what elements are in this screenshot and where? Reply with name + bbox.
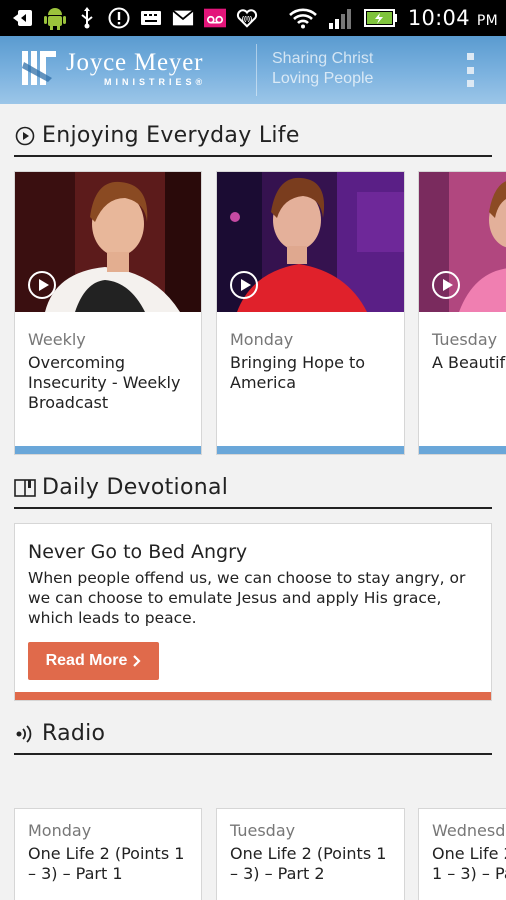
radio-waves-icon <box>14 723 36 745</box>
video-day: Tuesday <box>432 330 498 349</box>
signal-icon <box>328 7 354 29</box>
keyboard-icon <box>140 7 162 29</box>
video-card[interactable]: Tuesday A Beautiful <box>418 171 506 455</box>
video-card[interactable]: Monday Bringing Hope to America <box>216 171 405 455</box>
brand-subtitle: MINISTRIES® <box>104 77 207 87</box>
radio-card[interactable]: Tuesday One Life 2 (Points 1 – 3) – Part… <box>216 808 405 900</box>
overflow-menu-button[interactable] <box>464 53 476 87</box>
menu-dot-icon <box>466 80 474 87</box>
book-icon <box>14 477 36 499</box>
video-card[interactable]: Weekly Overcoming Insecurity - Weekly Br… <box>14 171 202 455</box>
radio-day: Monday <box>28 821 92 840</box>
svg-text:((i)): ((i)) <box>242 16 252 23</box>
card-accent-bar <box>217 446 404 454</box>
play-icon <box>230 271 258 299</box>
clock: 10:04 PM <box>407 6 498 30</box>
devotional-title: Never Go to Bed Angry <box>28 541 248 563</box>
radio-section-title: Radio <box>42 721 106 746</box>
video-title: Overcoming Insecurity - Weekly Broadcast <box>28 353 181 412</box>
radio-section-header[interactable]: Radio <box>14 714 492 755</box>
card-accent-bar <box>15 446 201 454</box>
play-circle-icon <box>14 125 36 147</box>
ministry-logo-icon <box>20 48 58 88</box>
devotional-body: When people offend us, we can choose to … <box>28 569 466 627</box>
usb-icon <box>76 7 98 29</box>
video-section-title: Enjoying Everyday Life <box>42 123 300 148</box>
radio-title: One Life 2 (Points 1 – 3) – Part 2 <box>230 844 387 883</box>
radio-day: Tuesday <box>230 821 296 840</box>
video-thumbnail <box>217 172 404 312</box>
back-icon <box>12 7 34 29</box>
play-icon <box>28 271 56 299</box>
radio-title: One Life 2 (Points 1 – 3) – Part 1 <box>28 844 185 883</box>
video-thumbnail <box>419 172 506 312</box>
video-day: Monday <box>230 330 294 349</box>
battery-icon <box>363 7 398 29</box>
card-accent-bar <box>419 446 506 454</box>
devotional-section-header[interactable]: Daily Devotional <box>14 468 492 509</box>
card-accent-bar <box>15 692 491 700</box>
header-divider <box>256 44 257 96</box>
gmail-icon <box>172 7 194 29</box>
read-more-button[interactable]: Read More <box>28 642 159 680</box>
radio-card[interactable]: Wednesday One Life 2 (Points 1 – 3) – Pa… <box>418 808 506 900</box>
chevron-right-icon <box>133 655 141 667</box>
menu-dot-icon <box>466 53 474 60</box>
iheart-icon: ((i)) <box>236 7 258 29</box>
radio-title: One Life 2 (Points 1 – 3) – Part 3 <box>432 844 506 883</box>
play-icon <box>432 271 460 299</box>
devotional-card[interactable]: Never Go to Bed Angry When people offend… <box>14 523 492 701</box>
video-title: Bringing Hope to America <box>230 353 366 392</box>
android-icon <box>44 7 66 30</box>
video-section-header[interactable]: Enjoying Everyday Life <box>14 116 492 157</box>
alert-icon <box>108 7 130 29</box>
app-header: Joyce Meyer MINISTRIES® Sharing Christ L… <box>0 36 506 104</box>
voicemail-icon <box>204 7 226 29</box>
menu-dot-icon <box>466 66 474 74</box>
status-bar: ((i)) 10:04 PM <box>0 0 506 36</box>
radio-day: Wednesday <box>432 821 506 840</box>
devotional-section-title: Daily Devotional <box>42 475 229 500</box>
video-day: Weekly <box>28 330 86 349</box>
radio-card[interactable]: Monday One Life 2 (Points 1 – 3) – Part … <box>14 808 202 900</box>
video-thumbnail <box>15 172 201 312</box>
read-more-label: Read More <box>45 652 128 669</box>
wifi-icon <box>288 7 318 29</box>
tagline: Sharing Christ Loving People <box>272 50 374 87</box>
brand-name: Joyce Meyer <box>66 49 204 76</box>
video-title: A Beautiful <box>432 353 506 372</box>
